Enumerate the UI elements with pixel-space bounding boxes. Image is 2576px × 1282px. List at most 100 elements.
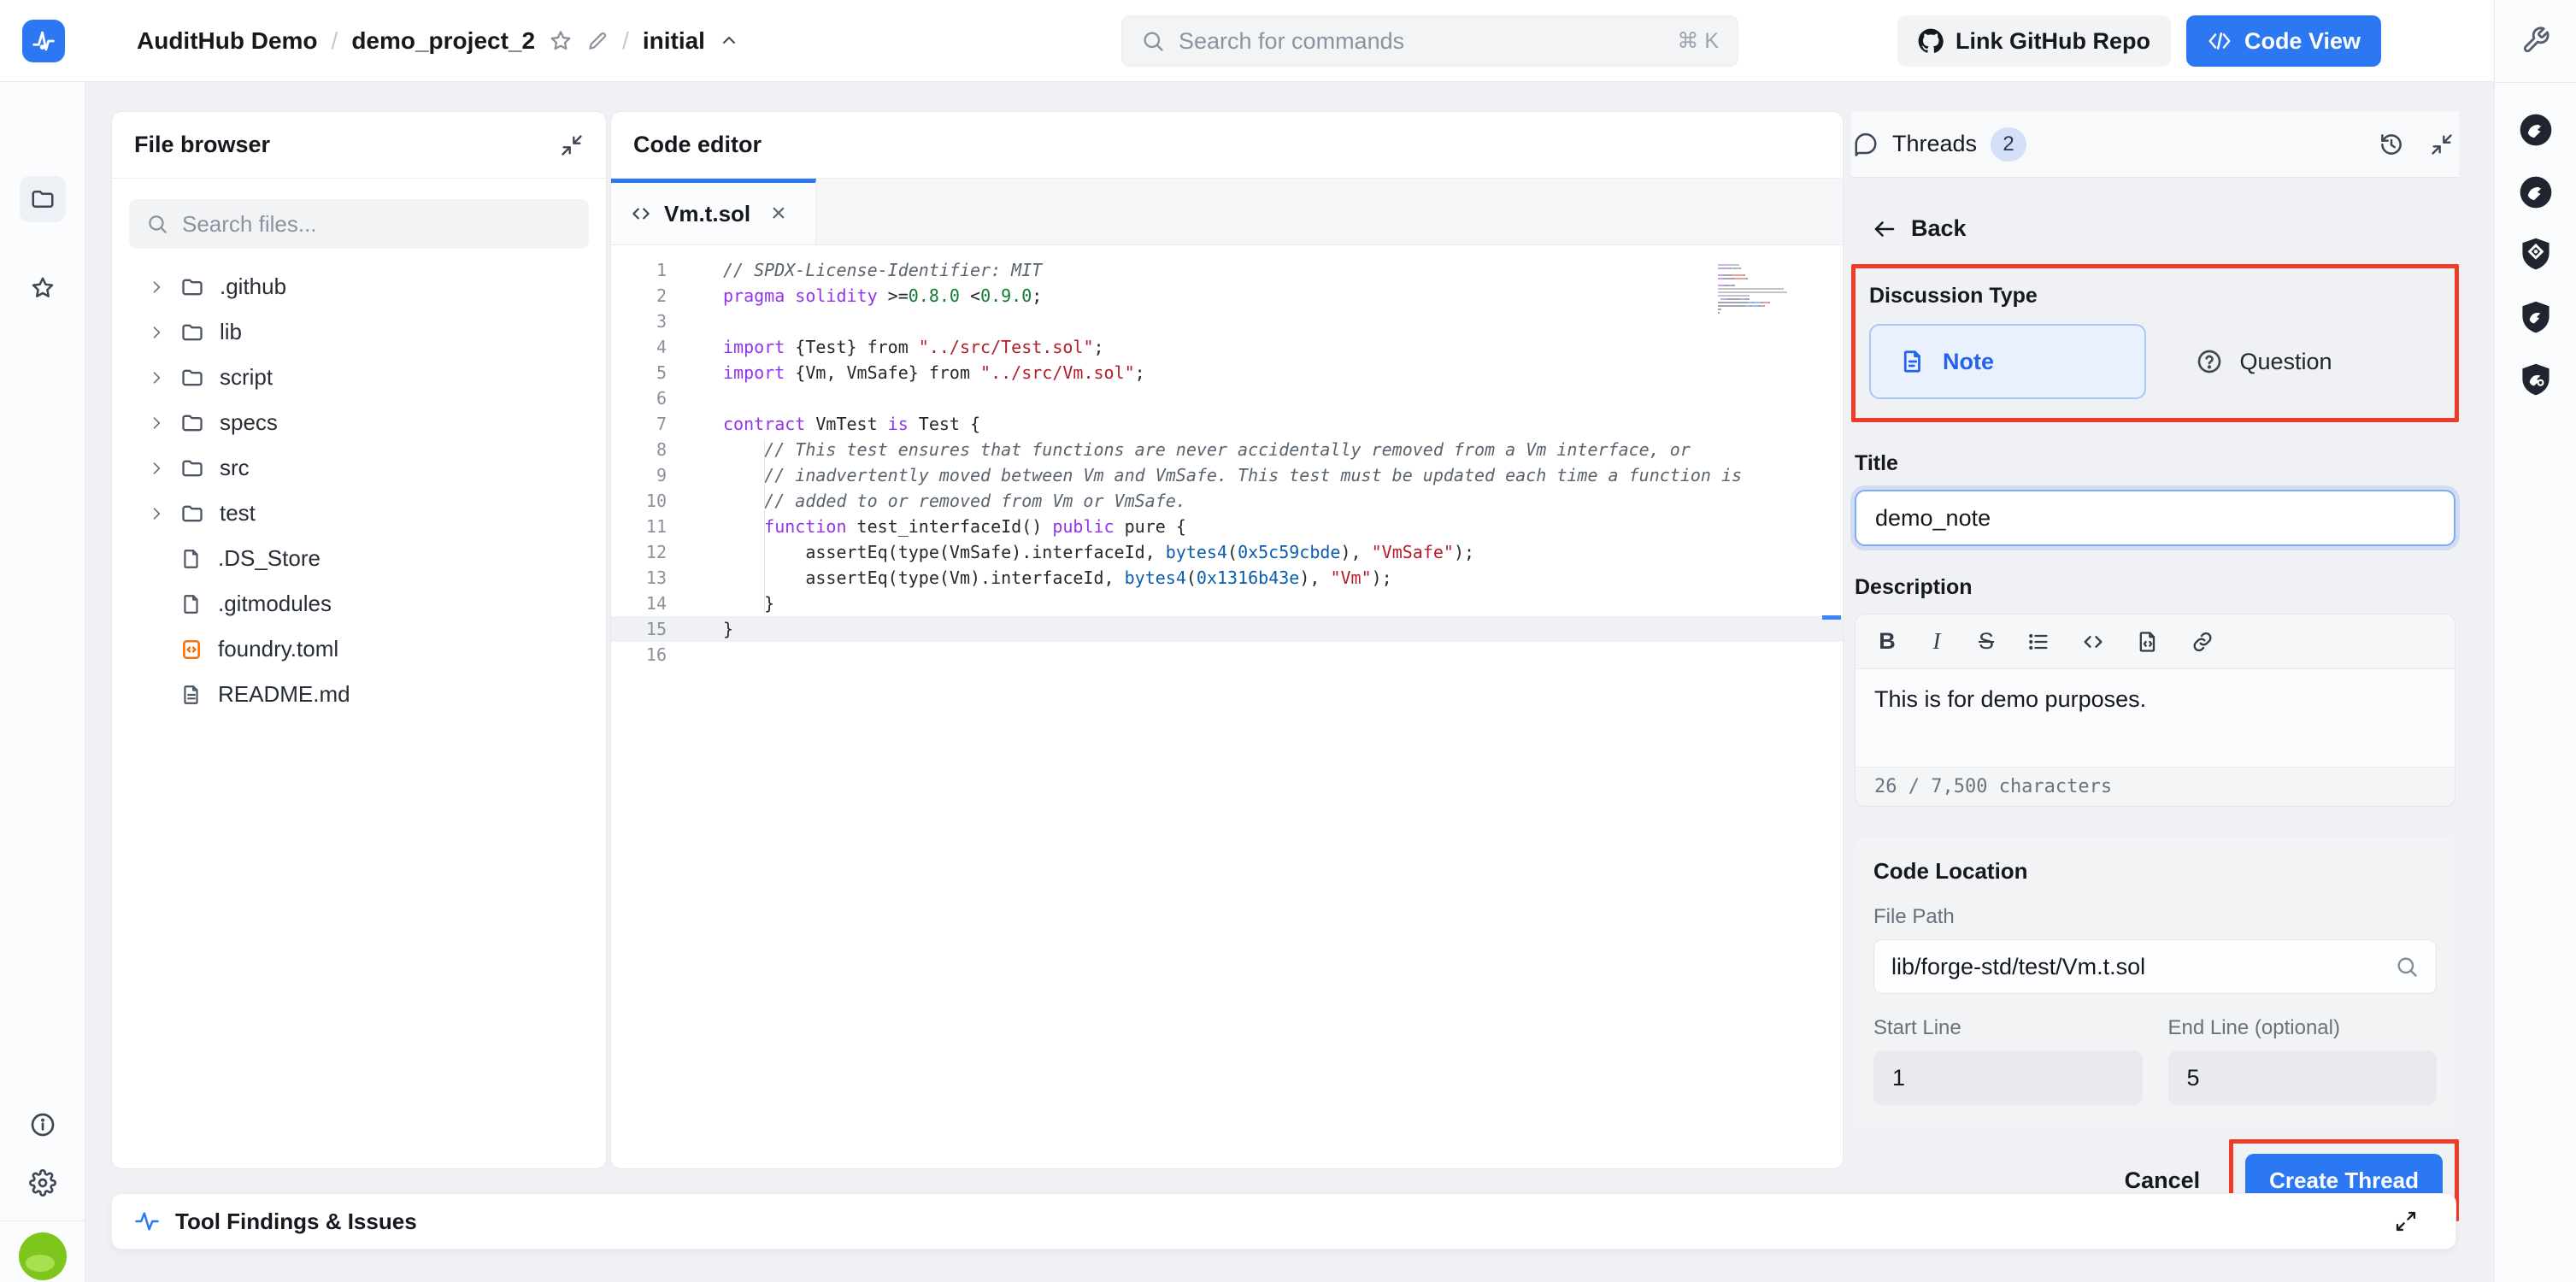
description-textarea[interactable]: This is for demo purposes. (1856, 669, 2455, 767)
right-tool-rail (2494, 0, 2576, 1282)
tree-folder-specs[interactable]: specs (112, 400, 606, 445)
file-search[interactable] (129, 199, 589, 249)
strikethrough-button[interactable]: S (1977, 628, 1996, 655)
tree-folder-src[interactable]: src (112, 445, 606, 491)
folder-icon (180, 275, 204, 299)
tree-item-label: specs (220, 409, 278, 436)
favorites-nav-icon[interactable] (30, 275, 56, 301)
search-icon (1141, 29, 1165, 53)
italic-button[interactable]: I (1927, 628, 1946, 655)
tree-folder-test[interactable]: test (112, 491, 606, 536)
tree-file-.DS_Store[interactable]: .DS_Store (112, 536, 606, 581)
thread-title-input[interactable] (1855, 490, 2455, 546)
code-area[interactable]: 1// SPDX-License-Identifier: MIT2pragma … (611, 245, 1843, 667)
tree-folder-lib[interactable]: lib (112, 309, 606, 355)
tool-logo-shield-3-icon[interactable] (2517, 362, 2555, 399)
code-line-1[interactable]: 1// SPDX-License-Identifier: MIT (611, 257, 1843, 283)
bold-button[interactable]: B (1878, 628, 1897, 655)
settings-gear-icon[interactable] (29, 1169, 56, 1197)
tool-logo-circle-2-icon[interactable] (2517, 173, 2555, 211)
tree-item-label: README.md (218, 681, 350, 708)
note-label: Note (1943, 349, 1994, 375)
tool-logo-shield-2-icon[interactable] (2517, 299, 2555, 337)
breadcrumb-repo[interactable]: demo_project_2 (351, 27, 535, 55)
search-icon[interactable] (2395, 955, 2419, 979)
tree-file-README.md[interactable]: README.md (112, 672, 606, 717)
code-block-file-icon[interactable] (2136, 630, 2160, 654)
code-line-2[interactable]: 2pragma solidity >=0.8.0 <0.9.0; (611, 283, 1843, 309)
code-line-15[interactable]: 15} (611, 616, 1843, 642)
note-document-icon (1900, 349, 1926, 374)
list-icon[interactable] (2026, 630, 2050, 654)
tool-logo-shield-diamond-icon[interactable] (2517, 236, 2555, 273)
tree-folder-.github[interactable]: .github (112, 264, 606, 309)
code-line-8[interactable]: 8 // This test ensures that functions ar… (611, 437, 1843, 462)
command-search[interactable]: ⌘ K (1121, 15, 1738, 67)
file-browser-nav-icon[interactable] (20, 176, 66, 222)
tab-close-icon[interactable]: × (771, 199, 786, 228)
tool-logo-circle-1-icon[interactable] (2517, 111, 2555, 149)
tree-file-foundry.toml[interactable]: foundry.toml (112, 626, 606, 672)
back-button[interactable]: Back (1872, 215, 2459, 242)
tree-file-.gitmodules[interactable]: .gitmodules (112, 581, 606, 626)
code-view-button[interactable]: Code View (2186, 15, 2381, 67)
tool-findings-bar[interactable]: Tool Findings & Issues (111, 1193, 2456, 1250)
code-line-11[interactable]: 11 function test_interfaceId() public pu… (611, 514, 1843, 539)
code-line-4[interactable]: 4import {Test} from "../src/Test.sol"; (611, 334, 1843, 360)
code-line-9[interactable]: 9 // inadvertently moved between Vm and … (611, 462, 1843, 488)
code-line-16[interactable]: 16 (611, 642, 1843, 667)
cancel-button[interactable]: Cancel (2125, 1167, 2201, 1194)
code-location-heading: Code Location (1873, 858, 2437, 885)
end-line-label: End Line (optional) (2168, 1016, 2438, 1040)
chevron-right-icon (148, 460, 165, 477)
code-line-7[interactable]: 7contract VmTest is Test { (611, 411, 1843, 437)
tree-item-label: lib (220, 319, 242, 345)
back-label: Back (1911, 215, 1967, 242)
chevron-up-icon[interactable] (719, 31, 739, 51)
favorite-star-icon[interactable] (549, 29, 573, 53)
tab-vm-t-sol[interactable]: Vm.t.sol × (611, 179, 816, 244)
code-line-10[interactable]: 10 // added to or removed from Vm or VmS… (611, 488, 1843, 514)
breadcrumb-branch[interactable]: initial (643, 27, 705, 55)
expand-icon[interactable] (2394, 1209, 2418, 1233)
file-path-label: File Path (1873, 905, 2437, 929)
code-line-12[interactable]: 12 assertEq(type(VmSafe).interfaceId, by… (611, 539, 1843, 565)
collapse-panel-icon[interactable] (560, 133, 584, 157)
command-search-input[interactable] (1179, 28, 1663, 55)
tree-item-label: .DS_Store (218, 545, 321, 572)
code-line-5[interactable]: 5import {Vm, VmSafe} from "../src/Vm.sol… (611, 360, 1843, 385)
collapse-panel-icon[interactable] (2430, 132, 2454, 156)
tree-item-label: .github (220, 273, 286, 300)
code-line-3[interactable]: 3 (611, 309, 1843, 334)
tree-item-label: script (220, 364, 273, 391)
audithub-logo-icon[interactable] (22, 20, 65, 62)
inline-code-icon[interactable] (2081, 630, 2105, 654)
breadcrumb-project[interactable]: AuditHub Demo (137, 27, 318, 55)
minimap[interactable] (1718, 264, 1793, 319)
start-line-input[interactable] (1873, 1050, 2143, 1105)
shortcut-hint: ⌘ K (1677, 28, 1719, 54)
rename-pencil-icon[interactable] (586, 30, 609, 52)
link-icon[interactable] (2191, 630, 2214, 654)
code-line-14[interactable]: 14 } (611, 591, 1843, 616)
history-icon[interactable] (2379, 132, 2404, 157)
tool-findings-label: Tool Findings & Issues (175, 1208, 417, 1235)
file-path-field (1873, 939, 2437, 994)
top-bar: AuditHub Demo / demo_project_2 / initial… (0, 0, 2494, 82)
threads-title: Threads (1892, 131, 1977, 157)
link-github-repo-button[interactable]: Link GitHub Repo (1897, 15, 2171, 67)
type-note-button[interactable]: Note (1869, 324, 2146, 399)
threads-panel: Threads 2 Back Discussion Type Note (1851, 111, 2459, 1221)
tools-icon[interactable] (2521, 26, 2550, 55)
code-editor-title: Code editor (633, 132, 762, 158)
file-search-input[interactable] (182, 211, 572, 238)
info-icon[interactable] (29, 1111, 56, 1138)
code-line-6[interactable]: 6 (611, 385, 1843, 411)
code-file-icon (180, 638, 203, 661)
file-path-input[interactable] (1891, 954, 2385, 980)
type-question-button[interactable]: Question (2165, 324, 2442, 399)
code-line-13[interactable]: 13 assertEq(type(Vm).interfaceId, bytes4… (611, 565, 1843, 591)
user-avatar[interactable] (19, 1232, 67, 1280)
tree-folder-script[interactable]: script (112, 355, 606, 400)
end-line-input[interactable] (2168, 1050, 2438, 1105)
